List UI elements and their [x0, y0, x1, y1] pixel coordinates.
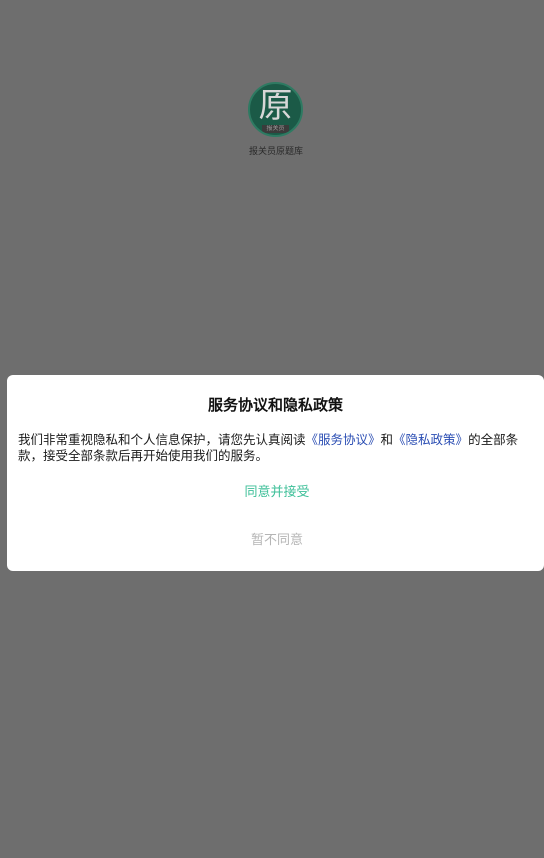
agree-button[interactable]: 同意并接受 — [187, 482, 367, 504]
logo-character: 原 — [258, 86, 293, 126]
service-agreement-link[interactable]: 《服务协议》 — [306, 432, 381, 447]
body-prefix: 我们非常重视隐私和个人信息保护，请您先认真阅读 — [18, 432, 306, 447]
disagree-button[interactable]: 暂不同意 — [187, 530, 367, 552]
privacy-policy-link[interactable]: 《隐私政策》 — [393, 432, 468, 447]
logo-band-text: 报关员 — [262, 125, 289, 133]
body-connector: 和 — [380, 432, 394, 447]
privacy-dialog: 服务协议和隐私政策 我们非常重视隐私和个人信息保护，请您先认真阅读《服务协议》和… — [7, 375, 544, 571]
app-name: 报关员原题库 — [248, 147, 303, 157]
app-logo: 原 报关员 — [248, 82, 303, 137]
dialog-body: 我们非常重视隐私和个人信息保护，请您先认真阅读《服务协议》和《隐私政策》的全部条… — [18, 432, 534, 464]
dialog-title: 服务协议和隐私政策 — [207, 396, 343, 414]
